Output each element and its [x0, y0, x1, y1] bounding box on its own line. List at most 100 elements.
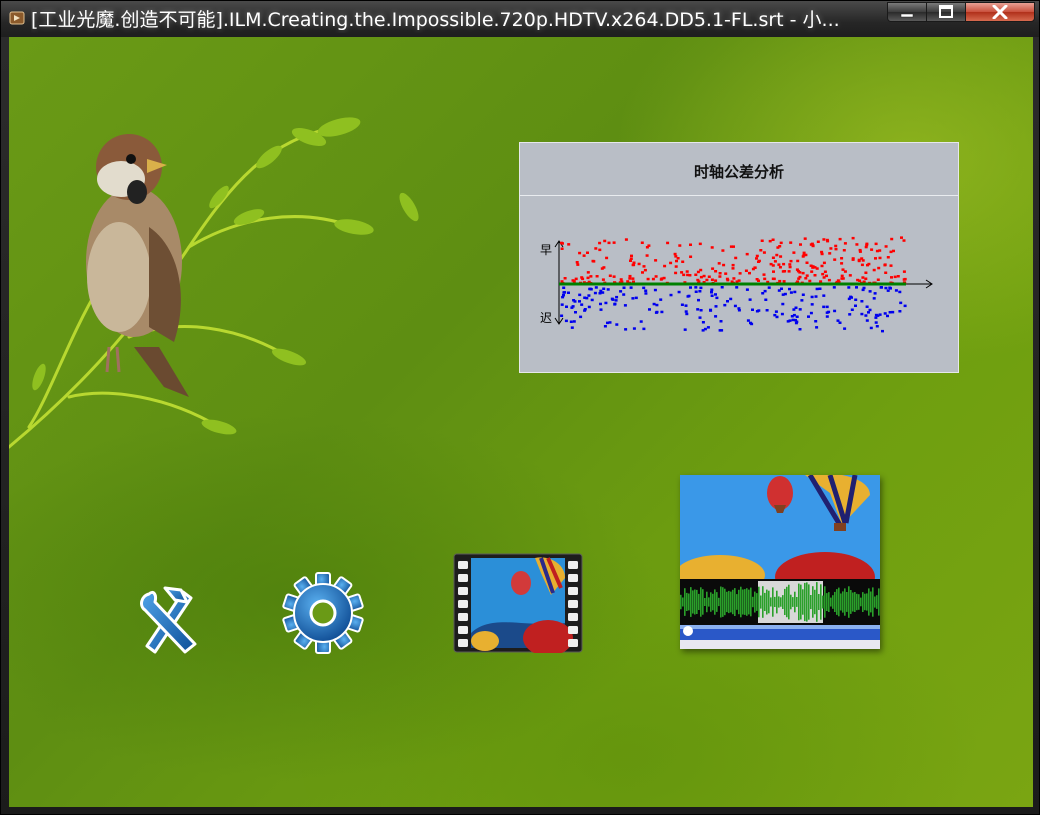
late-point — [886, 314, 889, 318]
wave-bar — [684, 588, 686, 616]
early-point — [729, 245, 733, 248]
early-point — [738, 272, 742, 275]
early-point — [787, 270, 791, 273]
early-point — [864, 271, 868, 274]
wave-bar — [766, 589, 768, 615]
early-point — [889, 250, 893, 254]
early-point — [686, 273, 690, 277]
late-point — [774, 310, 778, 313]
late-point — [719, 320, 723, 323]
late-point — [875, 325, 879, 328]
early-point — [707, 275, 711, 278]
wave-bar — [796, 597, 798, 607]
wave-bar — [746, 588, 748, 616]
early-point — [851, 257, 855, 260]
wave-bar — [842, 591, 844, 613]
late-point — [874, 321, 878, 324]
gear-icon[interactable] — [281, 571, 365, 655]
early-point — [771, 256, 775, 259]
wave-bar — [738, 589, 740, 615]
early-point — [731, 267, 735, 270]
early-point — [772, 270, 775, 273]
wave-bar — [774, 596, 776, 607]
early-point — [893, 275, 897, 279]
film-hole — [458, 613, 468, 621]
wave-bar — [788, 584, 790, 620]
early-point — [651, 277, 655, 281]
wave-bar — [696, 589, 698, 614]
early-point — [682, 273, 686, 277]
late-point — [872, 297, 876, 300]
early-point — [714, 270, 718, 273]
wave-bar — [734, 588, 736, 616]
early-point — [842, 249, 846, 252]
timing-tolerance-chart[interactable]: 时轴公差分析 早 迟 — [519, 142, 959, 373]
late-point — [710, 291, 713, 294]
early-point — [757, 260, 760, 263]
film-hole — [458, 587, 468, 595]
film-hole — [458, 600, 468, 608]
late-point — [886, 289, 890, 292]
late-point — [574, 311, 577, 314]
late-point — [814, 295, 818, 298]
early-point — [759, 249, 763, 252]
wave-bar — [798, 583, 800, 621]
late-point — [622, 286, 626, 289]
title-bar[interactable]: [工业光魔.创造不可能].ILM.Creating.the.Impossible… — [1, 1, 1039, 37]
late-point — [723, 303, 727, 307]
wave-bar — [750, 587, 752, 617]
late-point — [860, 312, 864, 316]
close-button[interactable] — [965, 2, 1035, 22]
waveform-editor-thumbnail[interactable] — [680, 475, 880, 649]
early-point — [769, 262, 773, 266]
wave-bar — [818, 594, 820, 610]
early-point — [781, 270, 785, 273]
early-point — [858, 279, 862, 282]
early-point — [646, 277, 650, 281]
late-point — [763, 289, 767, 293]
early-point — [823, 270, 827, 273]
early-point — [575, 261, 579, 264]
late-point — [710, 294, 714, 297]
wave-bar — [720, 586, 722, 618]
early-point — [762, 251, 766, 254]
late-point — [791, 318, 795, 322]
early-point — [773, 260, 777, 263]
late-point — [865, 319, 869, 322]
film-hole — [458, 626, 468, 634]
film-strip-icon[interactable] — [453, 553, 583, 653]
wave-bar — [732, 589, 734, 615]
early-point — [848, 274, 852, 277]
wave-bar — [830, 597, 832, 607]
app-window: [工业光魔.创造不可能].ILM.Creating.the.Impossible… — [0, 0, 1040, 815]
early-point — [698, 242, 702, 246]
late-point — [562, 286, 566, 289]
early-point — [674, 271, 678, 275]
late-point — [793, 290, 797, 294]
wave-bar — [786, 586, 788, 618]
late-point — [822, 294, 826, 297]
wave-bar — [826, 593, 828, 611]
wave-bar — [868, 588, 870, 616]
maximize-button[interactable] — [926, 2, 966, 22]
early-point — [810, 270, 814, 273]
late-point — [833, 309, 837, 313]
late-point — [801, 293, 805, 296]
late-point — [854, 304, 857, 307]
early-point — [724, 272, 728, 275]
tools-icon[interactable] — [137, 584, 203, 656]
late-point — [881, 329, 884, 333]
early-point — [789, 241, 793, 244]
late-point — [598, 292, 602, 295]
early-point — [624, 238, 628, 241]
wave-bar — [722, 587, 724, 617]
late-point — [720, 286, 724, 289]
late-point — [697, 298, 700, 302]
minimize-button[interactable] — [887, 2, 927, 22]
early-point — [560, 247, 564, 250]
late-point — [751, 308, 754, 311]
late-point — [560, 314, 564, 317]
app-icon[interactable] — [9, 10, 25, 26]
wave-bar — [730, 591, 732, 613]
late-point — [677, 290, 681, 294]
